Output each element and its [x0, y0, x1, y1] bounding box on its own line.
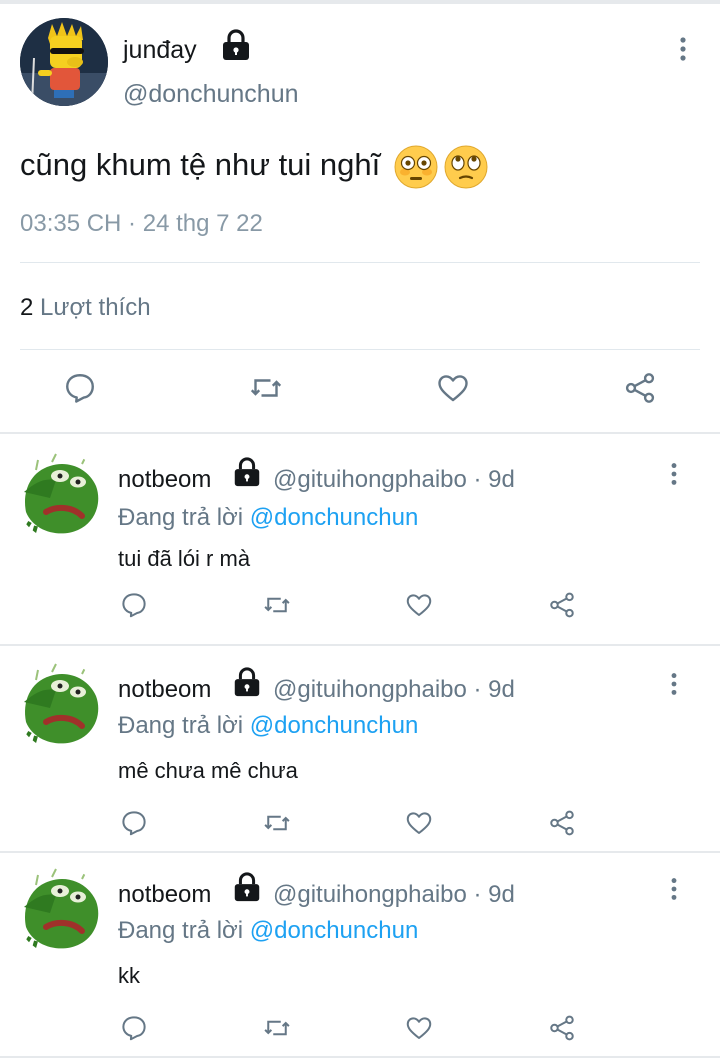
lock-icon [231, 456, 263, 488]
replying-to: Đang trả lời @donchunchun [118, 504, 418, 532]
mention-link[interactable]: @donchunchun [250, 504, 419, 531]
handle[interactable]: @gituihongphaibo · 9d [273, 466, 515, 494]
display-name[interactable]: notbeom [118, 676, 211, 704]
retweet-icon[interactable] [262, 590, 292, 620]
reply-text: mê chưa mê chưa [118, 758, 298, 783]
mention-link[interactable]: @donchunchun [250, 917, 419, 944]
reply-text: tui đã lói r mà [118, 546, 251, 571]
separator [20, 262, 700, 263]
more-vertical-icon[interactable] [660, 460, 688, 488]
more-vertical-icon[interactable] [668, 34, 698, 64]
like-count[interactable]: 2 Lượt thích [20, 294, 151, 322]
reply-icon[interactable] [119, 808, 149, 838]
tweet-text-content: cũng khum tệ như tui nghĩ [20, 147, 381, 183]
heart-icon[interactable] [435, 370, 471, 406]
heart-icon[interactable] [404, 808, 434, 838]
display-name[interactable]: notbeom [118, 881, 211, 909]
reply-tweet[interactable]: notbeom @gituihongphaibo · 9d Đang trả l… [0, 434, 720, 639]
face-with-rolling-eyes-icon [443, 144, 489, 190]
share-icon[interactable] [547, 808, 577, 838]
more-vertical-icon[interactable] [660, 875, 688, 903]
heart-icon[interactable] [404, 1013, 434, 1043]
retweet-icon[interactable] [248, 370, 284, 406]
replying-prefix: Đang trả lời [118, 917, 250, 944]
display-name[interactable]: notbeom [118, 466, 211, 494]
replying-prefix: Đang trả lời [118, 712, 250, 739]
heart-icon[interactable] [404, 590, 434, 620]
share-icon[interactable] [622, 370, 658, 406]
display-name[interactable]: junđay [123, 36, 197, 65]
replying-to: Đang trả lời @donchunchun [118, 712, 418, 740]
main-tweet: junđay @donchunchun cũng khum tệ như tui… [0, 4, 720, 432]
reply-icon[interactable] [119, 1013, 149, 1043]
avatar[interactable] [16, 452, 104, 540]
like-count-label: Lượt thích [40, 294, 151, 321]
lock-icon [219, 28, 253, 62]
reply-icon[interactable] [62, 370, 98, 406]
reply-text: kk [118, 963, 140, 988]
handle[interactable]: @donchunchun [123, 80, 299, 109]
handle[interactable]: @gituihongphaibo · 9d [273, 881, 515, 909]
reply-icon[interactable] [119, 590, 149, 620]
tweet-text: cũng khum tệ như tui nghĩ [20, 144, 489, 190]
avatar[interactable] [16, 662, 104, 750]
share-icon[interactable] [547, 1013, 577, 1043]
reply-tweet[interactable]: notbeom @gituihongphaibo · 9d Đang trả l… [0, 646, 720, 851]
mention-link[interactable]: @donchunchun [250, 712, 419, 739]
replying-to: Đang trả lời @donchunchun [118, 917, 418, 945]
retweet-icon[interactable] [262, 1013, 292, 1043]
more-vertical-icon[interactable] [660, 670, 688, 698]
lock-icon [231, 871, 263, 903]
replying-prefix: Đang trả lời [118, 504, 250, 531]
retweet-icon[interactable] [262, 808, 292, 838]
separator [20, 349, 700, 350]
lock-icon [231, 666, 263, 698]
handle[interactable]: @gituihongphaibo · 9d [273, 676, 515, 704]
tweet-timestamp: 03:35 CH · 24 thg 7 22 [20, 210, 263, 237]
avatar[interactable] [20, 18, 108, 106]
share-icon[interactable] [547, 590, 577, 620]
avatar[interactable] [16, 867, 104, 955]
reply-tweet[interactable]: notbeom @gituihongphaibo · 9d Đang trả l… [0, 853, 720, 1058]
flushed-face-icon [393, 144, 439, 190]
like-count-number: 2 [20, 294, 34, 321]
